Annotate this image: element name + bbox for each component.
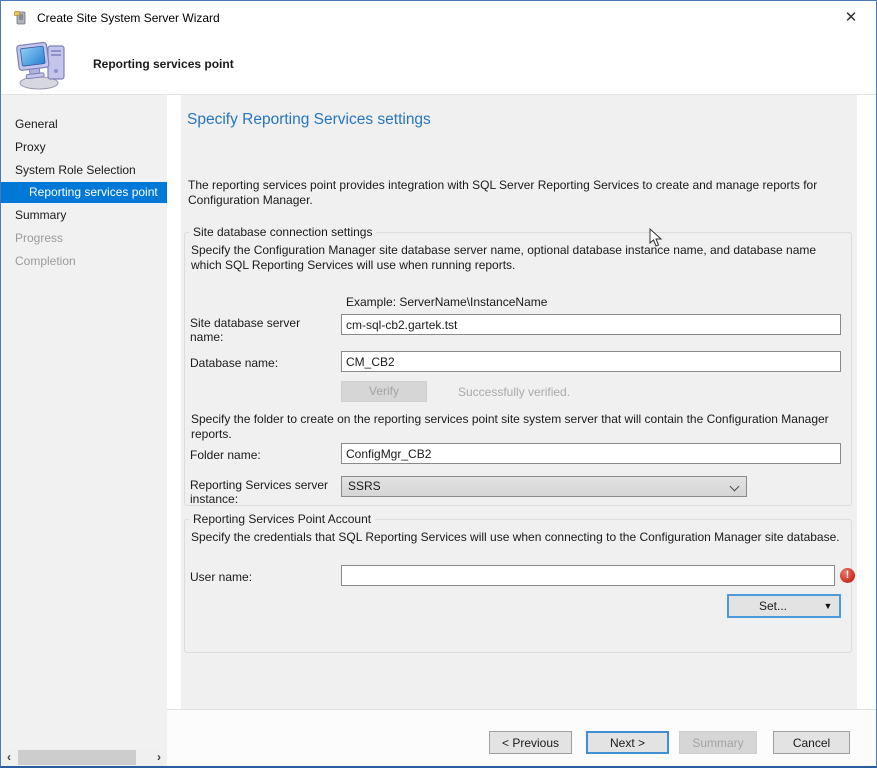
wizard-sidebar: General Proxy System Role Selection Repo… (1, 95, 167, 766)
intro-text: The reporting services point provides in… (188, 178, 856, 208)
cancel-button[interactable]: Cancel (773, 731, 850, 754)
scroll-right-icon[interactable]: › (151, 749, 167, 766)
instance-combobox[interactable]: SSRS (341, 476, 747, 497)
server-name-input[interactable] (341, 314, 841, 335)
previous-button[interactable]: < Previous (489, 731, 572, 754)
sidebar-item-general[interactable]: General (1, 114, 167, 135)
set-button[interactable]: Set... ▼ (727, 594, 841, 618)
database-name-input[interactable] (341, 351, 841, 372)
next-button[interactable]: Next > (586, 731, 669, 754)
sidebar-item-completion[interactable]: Completion (1, 251, 167, 272)
db-connection-description: Specify the Configuration Manager site d… (191, 243, 846, 273)
sidebar-hscrollbar[interactable]: ‹ › (1, 749, 167, 766)
sidebar-item-progress[interactable]: Progress (1, 228, 167, 249)
folder-name-label: Folder name: (190, 448, 261, 462)
scrollbar-thumb[interactable] (18, 750, 136, 765)
instance-value: SSRS (348, 479, 381, 493)
folder-description: Specify the folder to create on the repo… (191, 412, 851, 442)
window-title: Create Site System Server Wizard (37, 11, 220, 25)
username-label: User name: (190, 570, 252, 584)
example-label: Example: ServerName\InstanceName (346, 295, 547, 310)
close-icon[interactable]: ✕ (840, 8, 862, 28)
wizard-app-icon (13, 10, 29, 26)
computer-workstation-icon (15, 38, 71, 90)
db-connection-legend: Site database connection settings (189, 225, 376, 239)
summary-button[interactable]: Summary (679, 731, 757, 754)
username-input[interactable] (341, 565, 835, 586)
account-legend: Reporting Services Point Account (189, 512, 375, 526)
database-name-label: Database name: (190, 356, 278, 370)
server-name-label: Site database server name: (190, 316, 330, 344)
sidebar-item-system-role-selection[interactable]: System Role Selection (1, 160, 167, 181)
banner-title: Reporting services point (93, 57, 234, 71)
scroll-left-icon[interactable]: ‹ (1, 749, 17, 766)
chevron-down-icon (730, 482, 740, 492)
dropdown-arrow-icon: ▼ (817, 601, 839, 611)
mouse-cursor (649, 228, 663, 248)
folder-name-input[interactable] (341, 443, 841, 464)
title-bar: Create Site System Server Wizard ✕ (1, 1, 876, 34)
wizard-window: Create Site System Server Wizard ✕ (0, 0, 877, 768)
sidebar-item-proxy[interactable]: Proxy (1, 137, 167, 158)
verify-status-text: Successfully verified. (458, 385, 570, 399)
account-description: Specify the credentials that SQL Reporti… (191, 530, 846, 545)
wizard-banner: Reporting services point (1, 34, 876, 95)
footer-bar: < Previous Next > Summary Cancel (167, 710, 876, 766)
set-button-label: Set... (729, 599, 817, 613)
page-heading: Specify Reporting Services settings (187, 111, 431, 129)
instance-label: Reporting Services server instance: (190, 478, 330, 506)
sidebar-item-reporting-services-point[interactable]: Reporting services point (1, 182, 167, 203)
error-icon: ! (840, 568, 855, 583)
verify-button[interactable]: Verify (341, 381, 427, 402)
sidebar-item-summary[interactable]: Summary (1, 205, 167, 226)
